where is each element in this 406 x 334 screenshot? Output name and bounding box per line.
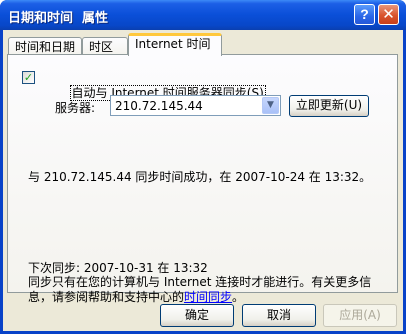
- info-line-2-suffix: 。: [232, 290, 245, 304]
- chevron-down-icon: ▼: [267, 100, 274, 110]
- info-line-2-prefix: 息，请参阅帮助和支持中心的: [28, 290, 185, 304]
- help-button[interactable]: ?: [354, 4, 375, 25]
- info-line-1: 同步只有在您的计算机与 Internet 连接时才能进行。有关更多信: [28, 275, 372, 289]
- apply-button[interactable]: 应用(A): [323, 304, 397, 327]
- checkmark-icon: ✓: [23, 71, 34, 84]
- update-now-label: 立即更新: [295, 98, 344, 112]
- apply-hotkey: (A): [363, 308, 381, 322]
- dialog-client-area: 时间和日期 时区 Internet 时间 ✓ 自动与 Internet 时间服务…: [3, 30, 403, 331]
- apply-label: 应用: [339, 308, 364, 322]
- server-label: 服务器:: [55, 101, 96, 115]
- info-line-2: 息，请参阅帮助和支持中心的时间同步。: [28, 290, 406, 305]
- auto-sync-checkbox[interactable]: ✓: [22, 71, 35, 84]
- dialog-window: 日期和时间 属性 ? ✕ 时间和日期 时区 Internet 时间 ✓ 自动与 …: [0, 0, 406, 334]
- close-button[interactable]: ✕: [378, 4, 399, 25]
- tab-time-zone[interactable]: 时区: [82, 37, 128, 55]
- title-bar[interactable]: 日期和时间 属性 ? ✕: [0, 0, 406, 30]
- question-mark-icon: ?: [360, 6, 369, 22]
- sync-status-message: 与 210.72.145.44 同步时间成功，在 2007-10-24 在 13…: [28, 170, 372, 184]
- update-now-hotkey: (U): [343, 98, 363, 112]
- internet-time-panel: ✓ 自动与 Internet 时间服务器同步(S) 服务器: 210.72.14…: [7, 54, 398, 304]
- tab-date-time[interactable]: 时间和日期: [8, 37, 82, 55]
- window-title: 日期和时间 属性: [8, 11, 109, 26]
- server-value: 210.72.145.44: [115, 99, 203, 113]
- update-now-button[interactable]: 立即更新(U): [289, 95, 369, 117]
- cancel-button[interactable]: 取消: [242, 304, 316, 327]
- next-sync-text: 下次同步: 2007-10-31 在 13:32: [28, 261, 208, 275]
- ok-button[interactable]: 确定: [160, 304, 234, 327]
- dropdown-arrow-button[interactable]: ▼: [262, 97, 279, 114]
- time-sync-help-link[interactable]: 时间同步: [184, 290, 232, 304]
- sync-info-text: 同步只有在您的计算机与 Internet 连接时才能进行。有关更多信 息，请参阅…: [28, 275, 406, 305]
- close-icon: ✕: [382, 5, 395, 23]
- server-combobox[interactable]: 210.72.145.44 ▼: [110, 95, 281, 116]
- tab-internet-time[interactable]: Internet 时间: [128, 33, 222, 56]
